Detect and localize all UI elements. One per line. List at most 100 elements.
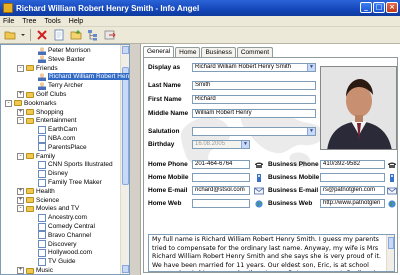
tree-item[interactable]: + Science [17, 196, 59, 205]
business-mobile-field[interactable] [320, 173, 385, 182]
tree-item[interactable]: Disney [29, 169, 68, 178]
collapse-icon[interactable]: - [17, 205, 24, 213]
mobile-icon[interactable] [254, 174, 264, 182]
chevron-down-icon [21, 34, 25, 36]
collapse-icon[interactable]: - [5, 99, 12, 107]
chevron-down-icon[interactable]: ▼ [307, 64, 315, 71]
page-icon [38, 178, 46, 187]
collapse-icon[interactable]: - [17, 117, 24, 125]
tree-item[interactable]: Peter Morrison [29, 46, 91, 55]
last-name-field[interactable]: Smith [192, 81, 316, 90]
tab-comment[interactable]: Comment [236, 47, 274, 57]
tree-view[interactable]: Peter Morrison Steve Baxter - Friends Richar… [0, 44, 130, 275]
tree-item[interactable]: Family Tree Maker [29, 178, 102, 187]
dropdown-arrow-button[interactable] [20, 29, 26, 42]
maximize-button[interactable]: □ [373, 2, 385, 13]
chevron-down-icon[interactable]: ▼ [307, 128, 315, 135]
tab-home[interactable]: Home [175, 47, 201, 57]
person-icon [38, 81, 46, 90]
home-mobile-field[interactable] [192, 173, 250, 182]
tree-item[interactable]: + Golf Clubs [17, 90, 66, 99]
phone-icon[interactable] [387, 161, 397, 169]
expand-icon[interactable]: + [17, 91, 24, 98]
business-email-field[interactable]: rs@patnotglen.com [320, 186, 385, 195]
expand-icon[interactable]: + [17, 187, 24, 195]
menu-help[interactable]: Help [69, 18, 83, 25]
tree-item[interactable]: - Bookmarks [5, 99, 57, 108]
tree-item[interactable]: TV Guide [29, 257, 75, 266]
tree-item[interactable]: Richard William Robert Henry Smith [29, 72, 129, 81]
folder-icon [26, 65, 34, 72]
display-as-select[interactable]: Richard William Robert Henry Smith ▼ [192, 63, 316, 72]
delete-button[interactable] [35, 29, 49, 42]
globe-icon[interactable] [387, 200, 397, 208]
general-panel: Display as Richard William Robert Henry … [143, 57, 398, 273]
tree-item[interactable]: Terry Archer [29, 81, 83, 90]
tree-item[interactable]: + Shopping [17, 108, 63, 117]
business-web-field[interactable]: http://www.patnotglen [320, 199, 385, 208]
home-email-field[interactable]: richard@stsol.com [192, 186, 250, 195]
tree-item-label: TV Guide [48, 258, 76, 266]
scroll-thumb[interactable] [122, 67, 129, 185]
tree-item[interactable]: - Family [17, 152, 55, 161]
new-folder-button[interactable] [69, 29, 83, 42]
notes-scrollbar[interactable] [386, 235, 394, 271]
tree-item[interactable]: Hollywood.com [29, 248, 92, 257]
birthday-field[interactable]: 16.08.2005 ▼ [192, 140, 250, 149]
open-folder-button[interactable] [3, 29, 17, 42]
scroll-thumb[interactable] [388, 237, 394, 249]
tree-item[interactable]: CNN Sports Illustrated [29, 160, 113, 169]
tree-button[interactable] [86, 29, 100, 42]
expand-icon[interactable]: + [17, 267, 24, 274]
minimize-button[interactable]: _ [360, 2, 372, 13]
tree-item[interactable]: ParentsPlace [29, 143, 87, 152]
tree-item-label: Richard William Robert Henry Smith [48, 73, 129, 81]
new-page-button[interactable] [52, 29, 66, 42]
collapse-icon[interactable]: - [17, 64, 24, 72]
tree-item[interactable]: EarthCam [29, 125, 77, 134]
tree-item[interactable]: Ancestry.com [29, 213, 87, 222]
notes-textarea[interactable]: My full name is Richard William Robert H… [148, 234, 395, 272]
tree-item[interactable]: + Health [17, 187, 55, 196]
scroll-down-button[interactable] [122, 265, 129, 273]
expand-icon[interactable]: + [17, 108, 24, 116]
tree-item[interactable]: Discovery [29, 240, 77, 249]
scroll-up-button[interactable] [122, 46, 129, 54]
tree-item[interactable]: - Friends [17, 64, 58, 73]
export-button[interactable] [103, 29, 117, 42]
close-button[interactable]: × [386, 2, 398, 13]
home-web-field[interactable] [192, 199, 250, 208]
birthday-label: Birthday [148, 141, 175, 148]
globe-icon[interactable] [254, 200, 264, 208]
tree-item[interactable]: Bravo Channel [29, 231, 91, 240]
email-icon[interactable] [254, 187, 264, 195]
menu-tree[interactable]: Tree [22, 18, 36, 25]
title-bar[interactable]: Richard William Robert Henry Smith - Inf… [0, 0, 400, 16]
collapse-icon[interactable]: - [17, 152, 24, 160]
menu-file[interactable]: File [3, 18, 14, 25]
tab-general[interactable]: General [143, 46, 175, 57]
tab-business[interactable]: Business [201, 47, 236, 57]
tree-item[interactable]: + Music [17, 266, 53, 274]
business-phone-field[interactable]: 410/392-9582 [320, 160, 385, 169]
salutation-select[interactable]: ▼ [192, 127, 316, 136]
contact-photo[interactable] [320, 66, 397, 150]
mobile-icon[interactable] [387, 174, 397, 182]
folder-icon [14, 100, 22, 107]
tree-item[interactable]: - Entertainment [17, 116, 76, 125]
chevron-down-icon[interactable]: ▼ [241, 141, 249, 148]
expand-icon[interactable]: + [17, 196, 24, 204]
folder-icon [26, 153, 34, 160]
email-icon[interactable] [387, 187, 397, 195]
first-name-field[interactable]: Richard [192, 95, 316, 104]
tree-item[interactable]: Comedy Central [29, 222, 95, 231]
middle-name-field[interactable]: William Robert Henry [192, 109, 316, 118]
phone-icon[interactable] [254, 161, 264, 169]
menu-tools[interactable]: Tools [44, 18, 60, 25]
home-phone-field[interactable]: 201-464-6764 [192, 160, 250, 169]
tree-item[interactable]: Steve Baxter [29, 55, 85, 64]
tree-item[interactable]: - Movies and TV [17, 204, 79, 213]
tree-item-label: Peter Morrison [48, 47, 91, 54]
tree-item[interactable]: NBA.com [29, 134, 75, 143]
toolbar [0, 27, 400, 44]
